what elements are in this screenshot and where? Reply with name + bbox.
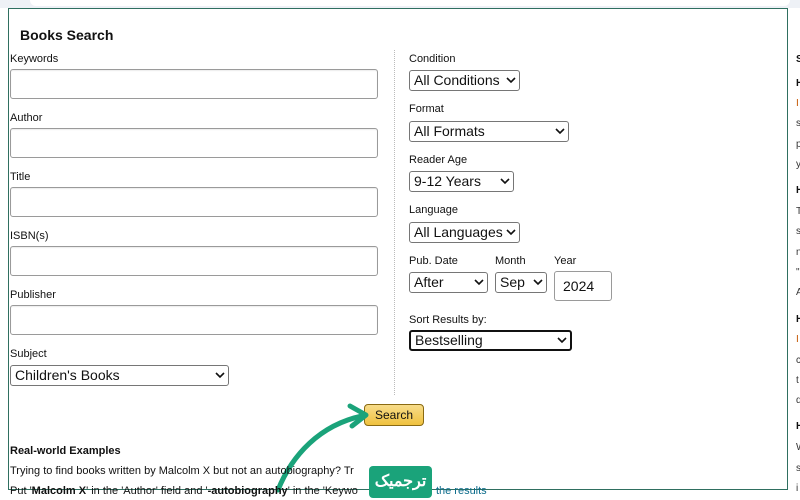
reader-age-label: Reader Age	[409, 154, 468, 166]
examples-heading: Real-world Examples	[10, 445, 121, 457]
example-results-link[interactable]: the results	[436, 485, 487, 497]
reader-age-value: 9-12 Years	[414, 173, 481, 189]
sort-select[interactable]: Bestselling	[409, 330, 572, 351]
chevron-down-icon	[500, 178, 510, 185]
language-value: All Languages	[414, 224, 503, 240]
reader-age-select[interactable]: 9-12 Years	[409, 171, 514, 192]
example-author-term: Malcolm X	[31, 485, 87, 497]
pub-date-value: After	[414, 274, 444, 290]
pub-date-select[interactable]: After	[409, 272, 488, 293]
chevron-down-icon	[215, 372, 225, 379]
publisher-label: Publisher	[10, 289, 56, 301]
example-line-1: Trying to find books written by Malcolm …	[10, 465, 354, 477]
annotation-arrow-icon	[275, 403, 369, 493]
chevron-down-icon	[557, 337, 567, 344]
condition-value: All Conditions	[414, 72, 500, 88]
condition-label: Condition	[409, 53, 456, 65]
title-label: Title	[10, 171, 31, 183]
language-label: Language	[409, 204, 458, 216]
format-select[interactable]: All Formats	[409, 121, 569, 142]
isbn-input[interactable]	[10, 246, 378, 276]
condition-select[interactable]: All Conditions	[409, 70, 520, 91]
example-line-2-part: ' in the 'Author' field and '	[86, 485, 208, 497]
year-label: Year	[554, 255, 577, 267]
example-line-2-part: Put '	[10, 485, 32, 497]
chevron-down-icon	[506, 77, 516, 84]
month-select[interactable]: Sep	[495, 272, 547, 293]
format-value: All Formats	[414, 123, 485, 139]
subject-value: Children's Books	[15, 367, 120, 383]
pub-date-label: Pub. Date	[409, 255, 458, 267]
column-divider	[394, 50, 395, 395]
publisher-input[interactable]	[10, 305, 378, 335]
format-label: Format	[409, 103, 444, 115]
keywords-input[interactable]	[10, 69, 378, 99]
chevron-down-icon	[474, 279, 484, 286]
right-sidebar-clipped: S H I s p y H T s n " A H I c t d H W s …	[790, 8, 800, 500]
subject-select[interactable]: Children's Books	[10, 365, 229, 386]
language-select[interactable]: All Languages	[409, 222, 520, 243]
chevron-down-icon	[555, 128, 565, 135]
subject-label: Subject	[10, 348, 47, 360]
example-line-2-part: ' in the 'Keywo	[287, 485, 358, 497]
isbn-label: ISBN(s)	[10, 230, 49, 242]
chevron-down-icon	[533, 279, 543, 286]
year-input[interactable]: 2024	[554, 271, 612, 301]
month-label: Month	[495, 255, 526, 267]
author-label: Author	[10, 112, 43, 124]
author-input[interactable]	[10, 128, 378, 158]
example-keyword-term: -autobiography	[207, 485, 288, 497]
sort-value: Bestselling	[415, 332, 483, 348]
month-value: Sep	[500, 274, 525, 290]
watermark-badge: ترجمیک	[369, 466, 432, 498]
keywords-label: Keywords	[10, 53, 59, 65]
page-title: Books Search	[20, 27, 114, 43]
sort-label: Sort Results by:	[409, 314, 487, 326]
top-strip	[0, 0, 800, 8]
title-input[interactable]	[10, 187, 378, 217]
chevron-down-icon	[506, 229, 516, 236]
